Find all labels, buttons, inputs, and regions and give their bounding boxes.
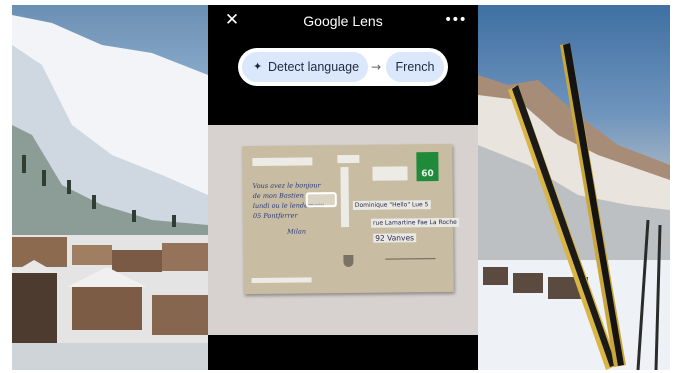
target-language-button[interactable]: French — [386, 52, 444, 82]
sparkle-icon: ✦ — [253, 61, 263, 73]
postage-stamp: 60 — [416, 152, 439, 182]
more-options-icon[interactable]: ••• — [444, 10, 467, 30]
screen-frame: ✕ Google Lens ••• ✦ Detect language → Fr… — [12, 5, 670, 370]
source-language-label: Detect language — [268, 60, 360, 74]
handwriting-line: Milan — [287, 227, 307, 236]
lens-panel: ✕ Google Lens ••• ✦ Detect language → Fr… — [208, 5, 478, 370]
text-strip — [340, 166, 350, 228]
selected-text-highlight[interactable] — [305, 192, 337, 208]
handwriting-line: Vous avez le bonjour — [252, 181, 321, 190]
handwriting-line: 05 Pontferrer — [252, 211, 298, 220]
text-strip — [372, 166, 408, 181]
captured-image[interactable]: 60 Vous avez le bonjour de mon Bastien l… — [208, 125, 478, 335]
address-line: 92 Vanves — [373, 233, 417, 243]
background-village-photo — [12, 5, 208, 370]
background-skis-photo — [478, 5, 670, 370]
top-bar: ✕ Google Lens ••• — [208, 5, 478, 41]
source-language-button[interactable]: ✦ Detect language — [242, 52, 368, 82]
arrow-right-icon: → — [370, 60, 382, 74]
postcard: 60 Vous avez le bonjour de mon Bastien l… — [242, 143, 459, 295]
text-strip — [251, 277, 312, 284]
address-line: rue Lamartine Fae La Roche — [370, 217, 459, 228]
address-line: Dominique "Hello" Lue 5 — [352, 200, 431, 210]
handwriting-line: de mon Bastien — [252, 191, 304, 200]
app-title: Google Lens — [303, 13, 383, 29]
translate-language-bar: ✦ Detect language → French — [238, 48, 448, 86]
text-strip — [337, 154, 360, 164]
village-scene — [12, 15, 208, 370]
skis-scene — [478, 43, 670, 370]
crest-emblem — [343, 254, 354, 268]
text-strip — [252, 157, 313, 166]
address-rule — [385, 258, 436, 260]
